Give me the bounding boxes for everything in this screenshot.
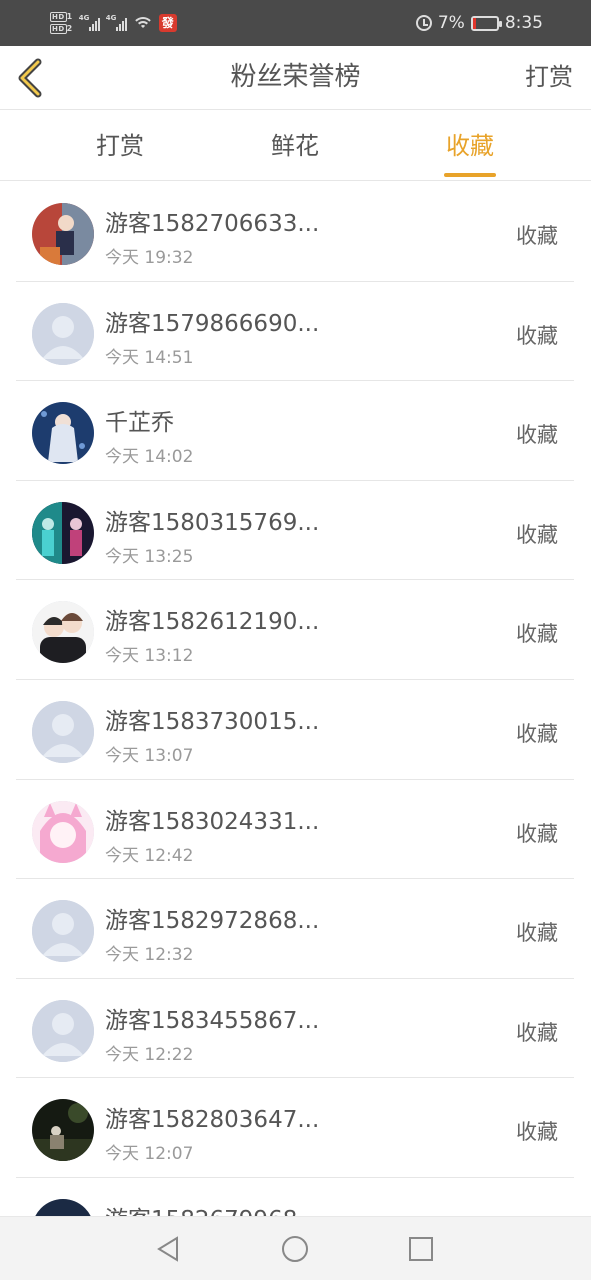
signal-icon: 4G [79, 14, 100, 31]
list-item[interactable]: 游客1582803647... 今天 12:07 收藏 [16, 1078, 574, 1178]
list-item[interactable]: 游客1582972868... 今天 12:32 收藏 [16, 879, 574, 979]
fan-time: 今天 19:32 [105, 248, 194, 268]
tab-flowers[interactable]: 鲜花 [235, 111, 355, 181]
list-item[interactable]: 游客1582679968 [16, 1178, 574, 1216]
favorite-label: 收藏 [516, 721, 558, 746]
avatar[interactable] [32, 900, 94, 963]
tab-favorites[interactable]: 收藏 [410, 111, 530, 181]
fan-time: 今天 12:22 [105, 1044, 194, 1065]
tab-tips[interactable]: 打赏 [60, 111, 180, 181]
active-tab-indicator [444, 173, 496, 177]
avatar[interactable] [32, 402, 94, 465]
fan-time: 今天 14:51 [105, 347, 194, 368]
top-app-bar: 粉丝荣誉榜 打赏 [0, 46, 591, 110]
avatar[interactable] [32, 302, 94, 365]
battery-percent: 7% [437, 13, 465, 33]
fan-time: 今天 12:42 [105, 845, 194, 866]
hd-indicators: HD 1 HD 2 [50, 12, 73, 34]
fan-name: 游客1582706633... [105, 211, 320, 237]
fan-name: 游客1582972868... [105, 908, 320, 935]
fan-time: 今天 13:25 [105, 546, 194, 567]
fan-name: 游客1582612190... [105, 609, 320, 636]
favorite-label: 收藏 [516, 1020, 558, 1045]
default-avatar-icon [32, 302, 94, 365]
avatar[interactable] [32, 1198, 94, 1216]
system-nav-bar [0, 1216, 591, 1280]
back-triangle-icon [157, 1236, 178, 1262]
fan-name: 游客1583024331... [105, 808, 320, 835]
status-bar-right: 7% 8:35 [415, 0, 543, 46]
fan-time: 今天 13:12 [105, 646, 194, 667]
page-title: 粉丝荣誉榜 [230, 62, 361, 92]
signal-icon: 4G [106, 14, 127, 31]
list-item[interactable]: 游客1579866690... 今天 14:51 收藏 [16, 282, 574, 382]
tab-bar: 打赏 鲜花 收藏 [0, 111, 591, 181]
fan-time: 今天 12:32 [105, 945, 194, 966]
avatar[interactable] [32, 800, 94, 863]
nav-back-button[interactable] [153, 1234, 183, 1264]
hd-indicator-2: HD 2 [50, 24, 73, 34]
hd-indicator-1: HD 1 [50, 12, 73, 22]
fan-name: 游客1583730015... [105, 708, 320, 735]
fan-list[interactable]: 游客1582706633... 今天 19:32 收藏 游客1579866690… [16, 182, 574, 1216]
tab-label: 打赏 [96, 132, 144, 160]
favorite-label: 收藏 [516, 224, 558, 248]
list-item[interactable]: 游客1583455867... 今天 12:22 收藏 [16, 979, 574, 1079]
default-avatar-icon [32, 999, 94, 1062]
list-item[interactable]: 游客1583024331... 今天 12:42 收藏 [16, 780, 574, 880]
tab-label: 鲜花 [271, 132, 319, 160]
avatar[interactable] [32, 999, 94, 1062]
list-item[interactable]: 游客1583730015... 今天 13:07 收藏 [16, 680, 574, 780]
favorite-label: 收藏 [516, 622, 558, 647]
favorite-label: 收藏 [516, 522, 558, 547]
tab-label: 收藏 [446, 132, 494, 160]
fan-time: 今天 13:07 [105, 745, 194, 766]
wifi-icon [132, 15, 153, 31]
battery-fill [472, 17, 476, 29]
fan-name: 游客1580315769... [105, 509, 320, 536]
favorite-label: 收藏 [516, 921, 558, 946]
battery-icon [470, 15, 502, 31]
home-circle-icon [282, 1236, 308, 1262]
recents-square-icon [409, 1237, 433, 1261]
fan-time: 今天 12:07 [105, 1144, 194, 1165]
list-item[interactable]: 游客1580315769... 今天 13:25 收藏 [16, 481, 574, 581]
alarm-icon [415, 15, 432, 31]
list-item[interactable]: 千芷乔 今天 14:02 收藏 [16, 381, 574, 481]
favorite-label: 收藏 [516, 323, 558, 348]
app-notification-icon: 發 [158, 14, 177, 32]
clock: 8:35 [504, 13, 543, 33]
fan-name: 游客1582803647... [105, 1107, 320, 1134]
fan-name: 游客1583455867... [105, 1007, 320, 1034]
fan-time: 今天 14:02 [105, 447, 194, 468]
fan-name: 游客1579866690... [105, 310, 320, 337]
status-bar: HD 1 HD 2 4G 4G 發 7% 8:35 [0, 0, 591, 46]
avatar[interactable] [32, 700, 94, 763]
favorite-label: 收藏 [516, 423, 558, 448]
favorite-label: 收藏 [516, 1120, 558, 1145]
nav-recents-button[interactable] [406, 1234, 436, 1264]
fan-name: 千芷乔 [105, 410, 174, 437]
status-bar-left: HD 1 HD 2 4G 4G 發 [50, 7, 177, 39]
list-item[interactable]: 游客1582706633... 今天 19:32 收藏 [16, 182, 574, 282]
avatar[interactable] [32, 601, 94, 664]
avatar[interactable] [32, 203, 94, 265]
default-avatar-icon [32, 700, 94, 763]
favorite-label: 收藏 [516, 821, 558, 846]
avatar[interactable] [32, 1099, 94, 1162]
fan-name: 游客1582679968 [105, 1200, 335, 1216]
list-item[interactable]: 游客1582612190... 今天 13:12 收藏 [16, 580, 574, 680]
default-avatar-icon [32, 900, 94, 963]
avatar[interactable] [32, 501, 94, 564]
nav-home-button[interactable] [280, 1234, 310, 1264]
tip-button[interactable]: 打赏 [525, 46, 573, 108]
